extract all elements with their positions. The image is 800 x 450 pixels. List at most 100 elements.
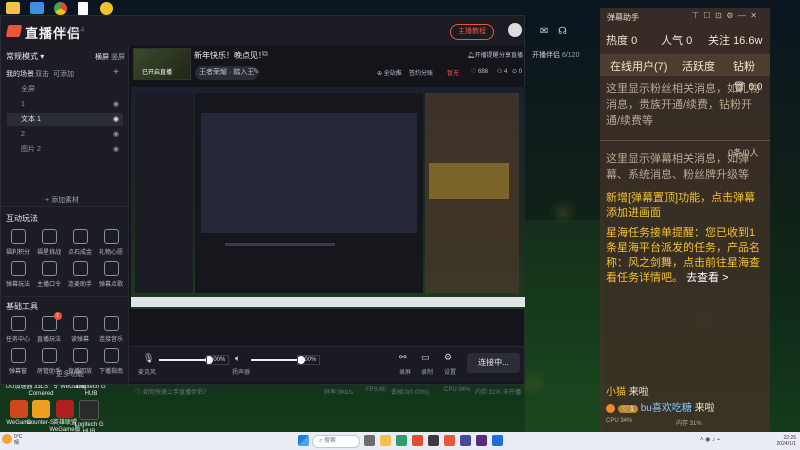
scene-tab-mine[interactable]: 我的场景 — [6, 69, 34, 79]
app-icon[interactable] — [100, 2, 113, 15]
site-push-button[interactable]: ⊕ 全站推 — [377, 68, 402, 77]
minimize-icon[interactable]: — — [738, 11, 746, 20]
app-taskbar-icon[interactable] — [492, 435, 503, 446]
record-label: 录制 — [421, 370, 434, 376]
chat-icon[interactable]: ☐ — [703, 11, 710, 20]
folder-icon[interactable] — [6, 2, 20, 14]
edit-icon[interactable]: ✎ — [253, 67, 260, 76]
add-material-button[interactable]: + 添加素材 — [45, 195, 79, 205]
cloud-icon[interactable] — [30, 2, 44, 14]
app-taskbar-icon[interactable] — [460, 435, 471, 446]
chrome-icon[interactable] — [412, 435, 423, 446]
explorer-icon[interactable] — [380, 435, 391, 446]
mic-icon[interactable]: 🎙︎ — [143, 353, 154, 364]
share-button[interactable]: 分享直播 — [499, 50, 523, 59]
tool-task-center[interactable]: 任务中心 — [3, 316, 33, 343]
tool-gold[interactable]: 点石成金 — [65, 229, 95, 256]
scene-item[interactable]: 2 ◉ — [7, 128, 123, 141]
chat-message[interactable]: 小猫 来啦 — [606, 383, 649, 398]
scene-tab-double[interactable]: 双击 — [35, 69, 49, 79]
edge-icon[interactable] — [396, 435, 407, 446]
copy-icon[interactable]: ⧉ — [262, 49, 268, 59]
likes-count: ♡ 686 — [471, 69, 489, 75]
tool-read-danmaku[interactable]: 读弹幕 — [65, 316, 95, 343]
interact-tools-grid: 福利积分 福星挑战 点石成金 礼物心愿 弹幕玩法 主播口令 连麦助手 弹幕点歌 — [1, 229, 128, 299]
scene-item-selected[interactable]: 文本 1 ◉ — [7, 113, 123, 126]
chrome-icon[interactable] — [54, 2, 67, 15]
tool-welfare[interactable]: 福利积分 — [3, 229, 33, 256]
weather-widget[interactable]: 0°C 晴 — [14, 434, 22, 446]
tab-landscape[interactable]: 横屏 — [95, 52, 109, 62]
weather-icon[interactable] — [2, 434, 12, 444]
more-features-button[interactable]: ··· 更多功能 — [47, 369, 84, 379]
tool-command[interactable]: 主播口令 — [34, 261, 64, 288]
preview-canvas[interactable] — [131, 87, 525, 309]
quick-start-link[interactable]: 如何快速上手直播伴侣? — [143, 387, 206, 396]
steam-icon[interactable] — [428, 435, 439, 446]
scene-item[interactable]: 图片 2 ◉ — [7, 143, 123, 156]
task-view-link[interactable]: 去查看 > — [686, 272, 728, 284]
scene-item[interactable]: 1 ◉ — [7, 98, 123, 111]
trash-icon[interactable]: 🗑︎ — [733, 82, 746, 93]
tool-music[interactable]: 连接音乐 — [96, 316, 126, 343]
scene-item[interactable]: 全屏 — [7, 83, 123, 96]
app-taskbar-icon[interactable] — [476, 435, 487, 446]
eye-icon[interactable]: ◉ — [113, 143, 119, 156]
speaker-percent[interactable]: 200% — [297, 355, 321, 365]
task-view-icon[interactable] — [364, 435, 375, 446]
taskbar-search[interactable]: ⌕ 搜索 — [312, 435, 360, 448]
scene-label: 2 — [21, 131, 25, 138]
tab-activity[interactable]: 活跃度 — [682, 58, 715, 74]
category-tag[interactable]: 王者荣耀 · 踏入王 — [195, 66, 259, 80]
live-start-label: 开播伴侣 6/120 — [532, 52, 580, 59]
chat-username[interactable]: 小猫 — [606, 387, 626, 398]
settings-icon[interactable]: ⚙ — [444, 352, 452, 363]
windows-start-icon[interactable] — [298, 435, 309, 446]
add-scene-icon[interactable]: + — [113, 67, 119, 78]
taskbar-clock[interactable]: 22:26 2024/1/1 — [760, 435, 796, 447]
speaker-volume-slider[interactable] — [251, 356, 305, 364]
live-thumbnail[interactable]: 已开启直播 — [133, 48, 191, 80]
chat-username[interactable]: bu喜欢吃糖 — [641, 403, 692, 414]
connect-button[interactable]: 连接中... — [467, 353, 520, 373]
tool-song-request[interactable]: 弹幕点歌 — [96, 261, 126, 288]
ghub-shortcut[interactable]: Logitech G HUB — [72, 400, 106, 436]
mic-percent[interactable]: 100% — [206, 355, 230, 365]
eye-icon[interactable]: ◉ — [113, 128, 119, 141]
chat-message[interactable]: ♡ 1 bu喜欢吃糖 来啦 — [606, 399, 715, 414]
tool-live-play[interactable]: 1 直播玩法 — [34, 312, 64, 343]
contract-button[interactable]: 签约分账 — [409, 68, 433, 77]
host-tutorial-button[interactable]: 主播教程 — [450, 24, 494, 40]
help-icon[interactable]: ⓘ — [135, 387, 141, 396]
avatar[interactable] — [508, 23, 522, 37]
close-icon[interactable]: ✕ — [750, 11, 757, 20]
lock-icon[interactable]: ⊡ — [715, 11, 722, 20]
tool-gift-wish[interactable]: 礼物心愿 — [96, 229, 126, 256]
tool-star-challenge[interactable]: 福星挑战 — [34, 229, 64, 256]
document-icon[interactable] — [78, 2, 88, 15]
tab-diamond-fans[interactable]: 钻粉 — [733, 58, 755, 74]
message-icon[interactable]: ✉ — [540, 26, 548, 37]
record-icon[interactable]: ▭ — [421, 352, 430, 363]
tool-link-mic[interactable]: 连麦助手 — [65, 261, 95, 288]
live-companion-taskbar-icon[interactable] — [444, 435, 455, 446]
start-reminder-button[interactable]: 🔔︎开播提醒 — [467, 50, 499, 59]
tool-offline-guide[interactable]: 下播指南 — [96, 348, 126, 375]
mic-volume-slider[interactable] — [159, 356, 213, 364]
settings-icon[interactable]: ⚙ — [726, 11, 733, 20]
tab-online-users[interactable]: 在线用户(7) — [610, 58, 667, 74]
eye-icon[interactable]: ◉ — [113, 113, 119, 126]
headset-icon[interactable]: ☊ — [558, 26, 567, 37]
mode-selector[interactable]: 常规模式 ▾ — [6, 51, 44, 62]
desktop-shortcut[interactable]: Logitech G HUB — [74, 384, 108, 398]
eye-icon[interactable]: ◉ — [113, 98, 119, 111]
pin-icon[interactable]: ⊤ — [692, 11, 699, 20]
tab-portrait[interactable]: 竖屏 — [111, 52, 125, 62]
live-title[interactable]: 新年快乐！晚点见！ — [194, 50, 266, 61]
scene-tab-add[interactable]: 可添加 — [53, 69, 74, 79]
tray-icons[interactable]: ˄ ◉ ♪ ⌁ — [700, 436, 720, 443]
tool-danmaku-window[interactable]: 弹幕窗 — [3, 348, 33, 375]
speaker-icon[interactable]: 🔈︎ — [235, 353, 240, 364]
tool-danmaku-play[interactable]: 弹幕玩法 — [3, 261, 33, 288]
screen-record-icon[interactable]: ⚯ — [399, 352, 407, 363]
